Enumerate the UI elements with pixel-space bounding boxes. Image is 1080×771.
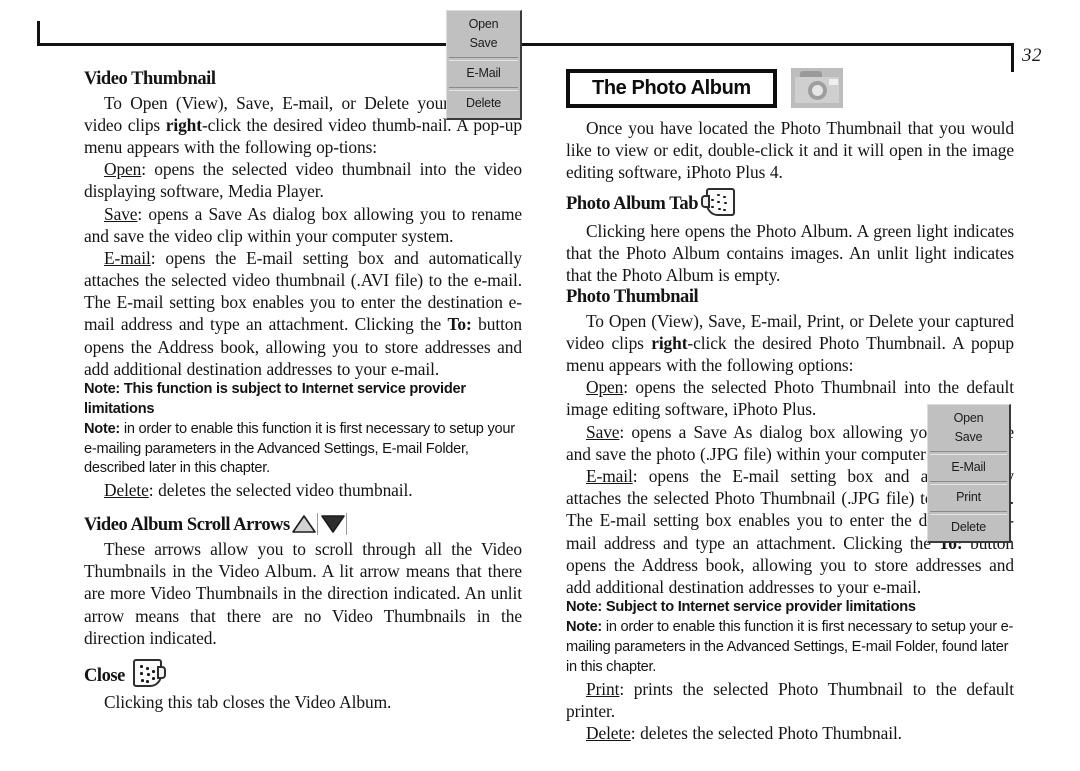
paragraph-video-open: Open: opens the selected video thumbnail…	[84, 158, 522, 202]
menu-item-open[interactable]: Open	[928, 408, 1009, 428]
term-email: E-mail	[104, 247, 151, 268]
heading-label: Video Album Scroll Arrows	[84, 515, 290, 536]
paragraph-photo-album-intro: Once you have located the Photo Thumbnai…	[566, 118, 1014, 183]
triangle-up-icon[interactable]	[291, 512, 318, 535]
page-number: 32	[1022, 45, 1042, 66]
heading-video-album-scroll-arrows: Video Album Scroll Arrows	[84, 512, 522, 537]
note-setup-parameters: Note: in order to enable this function i…	[566, 618, 1014, 678]
text-run: : opens a Save As dialog box allowing yo…	[84, 203, 522, 246]
text-run-bold: right	[651, 332, 688, 353]
menu-item-save[interactable]: Save	[928, 428, 1009, 448]
paragraph-photo-print: Print: prints the selected Photo Thumbna…	[566, 678, 1014, 722]
frame-corner-left	[37, 21, 40, 46]
text-run: in order to enable this function it is f…	[84, 420, 515, 477]
term-email: E-mail	[586, 466, 633, 486]
text-run: : prints the selected Photo Thumbnail to…	[566, 678, 1014, 721]
term-save: Save	[586, 421, 620, 442]
heading-photo-thumbnail: Photo Thumbnail	[566, 287, 699, 308]
triangle-down-glyph	[321, 514, 345, 533]
frame-rule-horizontal	[37, 43, 1014, 46]
album-tab-icon[interactable]	[128, 658, 166, 687]
paragraph-scroll-arrows: These arrows allow you to scroll through…	[84, 538, 522, 648]
page-title: The Photo Album	[566, 68, 777, 108]
term-delete: Delete	[586, 722, 631, 743]
text-run: : deletes the selected Photo Thumbnail.	[630, 722, 902, 743]
photo-album-tab-icon[interactable]	[701, 187, 739, 216]
menu-separator	[930, 450, 1007, 455]
left-column: Video Thumbnail To Open (View), Save, E-…	[84, 68, 522, 713]
term-open: Open	[586, 377, 624, 398]
note-setup-parameters: Note: in order to enable this function i…	[84, 420, 522, 480]
paragraph-video-email: E-mail: opens the E-mail setting box and…	[84, 247, 522, 380]
menu-item-print[interactable]: Print	[928, 488, 1009, 508]
triangle-down-icon[interactable]	[320, 512, 347, 535]
paragraph-photo-delete: Delete: deletes the selected Photo Thumb…	[566, 722, 1014, 744]
photo-album-title-row: The Photo Album	[566, 68, 1014, 108]
triangle-up-glyph	[292, 514, 316, 533]
menu-item-delete[interactable]: Delete	[447, 94, 520, 114]
term-delete: Delete	[104, 480, 149, 501]
menu-item-open[interactable]: Open	[447, 14, 520, 34]
heading-photo-album-tab: Photo Album Tab	[566, 187, 1014, 219]
note-label: Note:	[566, 618, 603, 635]
menu-item-email[interactable]: E-Mail	[928, 458, 1009, 478]
text-run: : opens the selected video thumbnail int…	[84, 159, 522, 202]
menu-separator	[449, 56, 518, 61]
video-thumbnail-context-menu[interactable]: Open Save E-Mail Delete	[446, 10, 522, 120]
paragraph-video-delete: Delete: deletes the selected video thumb…	[84, 479, 522, 501]
text-run: : deletes the selected video thumbnail.	[148, 480, 413, 501]
paragraph-video-save: Save: opens a Save As dialog box allowin…	[84, 203, 522, 247]
menu-separator	[930, 510, 1007, 515]
text-run-bold: To:	[447, 314, 472, 335]
menu-item-email[interactable]: E-Mail	[447, 64, 520, 84]
camera-lens-inner	[811, 85, 823, 96]
tab-icon-body	[706, 187, 736, 216]
note-label: Note:	[84, 420, 121, 437]
heading-label: Photo Album Tab	[566, 194, 699, 215]
note-isp-limitations: Note: This function is subject to Intern…	[84, 381, 466, 417]
menu-item-delete[interactable]: Delete	[928, 518, 1009, 538]
text-run-bold: right	[165, 114, 202, 135]
heading-label: Close	[84, 665, 125, 686]
menu-item-save[interactable]: Save	[447, 34, 520, 54]
camera-flash	[828, 79, 838, 85]
menu-separator	[449, 86, 518, 91]
paragraph-close: Clicking this tab closes the Video Album…	[104, 691, 392, 712]
tab-icon-nub	[701, 194, 711, 208]
term-save: Save	[104, 203, 138, 224]
paragraph-photo-thumbnail-intro: To Open (View), Save, E-mail, Print, or …	[566, 310, 1014, 377]
text-run: in order to enable this function it is f…	[566, 618, 1014, 675]
note-isp-limitations: Note: Subject to Internet service provid…	[566, 599, 916, 616]
menu-separator	[930, 480, 1007, 485]
term-open: Open	[104, 159, 142, 180]
paragraph-photo-album-tab: Clicking here opens the Photo Album. A g…	[566, 220, 1014, 285]
camera-icon	[790, 68, 843, 108]
term-print: Print	[586, 678, 620, 699]
photo-thumbnail-context-menu[interactable]: Open Save E-Mail Print Delete	[927, 404, 1011, 544]
heading-close: Close	[84, 658, 522, 690]
tab-icon-nub	[156, 665, 166, 679]
